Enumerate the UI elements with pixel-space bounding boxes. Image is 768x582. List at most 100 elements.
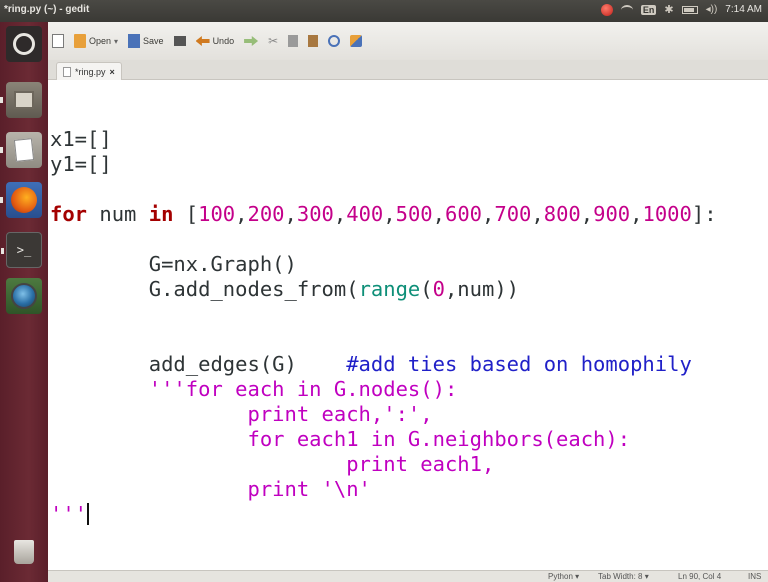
docstring-line: for each1 in G.neighbors(each): — [50, 427, 631, 451]
ubuntu-logo-icon — [13, 33, 35, 55]
code-line-add-edges: add_edges(G) #add ties based on homophil… — [50, 352, 717, 377]
code-segment: ,num)) — [444, 277, 520, 301]
new-button[interactable] — [52, 34, 64, 48]
builtin-function: range — [358, 277, 421, 301]
text-editor-icon — [13, 138, 35, 162]
code-segment: G.add_nodes_from( — [50, 277, 359, 301]
cut-button[interactable]: ✂ — [268, 34, 278, 48]
open-label: Open — [89, 36, 112, 46]
save-button[interactable]: Save — [128, 34, 164, 48]
undo-button[interactable]: Undo — [195, 36, 235, 46]
chevron-down-icon[interactable]: ▾ — [114, 37, 118, 46]
document-icon — [63, 66, 71, 77]
docstring-line: '''for each in G.nodes(): — [50, 377, 458, 401]
undo-icon — [195, 36, 210, 46]
gedit-window: Open ▾ Save Undo ✂ *ring.py × x1=[] y1=[] … — [48, 22, 768, 582]
globe-icon — [11, 283, 37, 309]
terminal-icon: >_ — [16, 243, 32, 257]
identifier: num — [87, 202, 149, 226]
running-indicator — [0, 147, 3, 153]
find-button[interactable] — [328, 35, 341, 47]
battery-icon[interactable] — [681, 5, 698, 14]
number-literal: 400 — [346, 202, 384, 226]
running-indicator — [1, 248, 4, 254]
print-button[interactable] — [173, 36, 186, 46]
code-segment: add_edges(G) — [50, 352, 347, 376]
launcher-terminal[interactable]: >_ — [1, 232, 42, 268]
launcher-firefox[interactable] — [0, 182, 42, 218]
text-cursor — [87, 503, 90, 525]
scissors-icon: ✂ — [268, 34, 279, 48]
tab-bar: *ring.py × — [48, 60, 768, 80]
open-button[interactable]: Open ▾ — [74, 34, 118, 48]
top-panel: *ring.py (~) - gedit En ✱ ◂)) 7:14 AM — [0, 0, 768, 22]
number-literal: 600 — [445, 202, 483, 226]
docstring-line: print each,':', — [50, 402, 433, 426]
wifi-icon[interactable] — [620, 4, 633, 15]
code-line-last: ''' — [50, 502, 717, 527]
number-literal: 500 — [395, 202, 433, 226]
comment: #add ties based on homophily — [346, 352, 692, 376]
launcher-files[interactable] — [0, 82, 42, 118]
paste-button[interactable] — [308, 35, 319, 47]
language-selector[interactable]: Python ▾ — [548, 572, 579, 581]
save-label: Save — [143, 36, 164, 46]
replace-icon — [350, 35, 363, 47]
punctuation: [ — [173, 202, 199, 226]
trash-icon — [14, 540, 34, 564]
punctuation: ( — [420, 277, 433, 301]
number-literal: 1000 — [642, 202, 692, 226]
code-line-for: for num in [100,200,300,400,500,600,700,… — [50, 202, 717, 226]
docstring-end: ''' — [50, 502, 88, 526]
folder-icon — [74, 34, 86, 48]
toolbar: Open ▾ Save Undo ✂ — [48, 22, 768, 60]
number-literal: 700 — [494, 202, 532, 226]
firefox-icon — [11, 187, 37, 213]
close-tab-button[interactable]: × — [110, 67, 115, 77]
code-editor[interactable]: x1=[] y1=[] for num in [100,200,300,400,5… — [48, 80, 768, 570]
tab-label: *ring.py — [75, 66, 106, 77]
new-document-icon — [52, 34, 64, 48]
paste-icon — [308, 35, 319, 47]
tab-ring-py[interactable]: *ring.py × — [56, 62, 122, 80]
file-cabinet-icon — [14, 91, 34, 109]
redo-icon — [244, 36, 259, 46]
number-literal: 300 — [296, 202, 334, 226]
tab-width-selector[interactable]: Tab Width: 8 ▾ — [598, 572, 649, 581]
number-literal: 100 — [198, 202, 236, 226]
launcher-browser[interactable] — [6, 278, 42, 314]
keyword: for — [50, 202, 88, 226]
search-icon — [328, 35, 341, 47]
number-literal: 200 — [247, 202, 285, 226]
docstring-line: print each1, — [50, 452, 495, 476]
dash-button[interactable] — [6, 26, 42, 62]
punctuation: ]: — [691, 202, 717, 226]
clock[interactable]: 7:14 AM — [725, 4, 762, 15]
number-literal: 900 — [593, 202, 631, 226]
running-indicator — [0, 97, 3, 103]
copy-button[interactable] — [288, 35, 299, 47]
undo-label: Undo — [212, 36, 235, 46]
printer-icon — [173, 36, 186, 46]
code-text[interactable]: x1=[] y1=[] for num in [100,200,300,400,5… — [50, 102, 717, 527]
recording-icon[interactable] — [600, 3, 613, 16]
replace-button[interactable] — [350, 35, 363, 47]
keyboard-layout-indicator[interactable]: En — [640, 4, 657, 15]
bluetooth-icon[interactable]: ✱ — [664, 3, 673, 16]
window-title: *ring.py (~) - gedit — [4, 4, 90, 15]
code-line: x1=[] — [50, 127, 112, 151]
launcher-text-editor[interactable] — [0, 132, 42, 168]
number-literal: 0 — [432, 277, 445, 301]
launcher-trash[interactable] — [6, 534, 42, 570]
system-tray: En ✱ ◂)) 7:14 AM — [600, 3, 762, 16]
copy-icon — [288, 35, 299, 47]
redo-button[interactable] — [244, 36, 259, 46]
number-literal: 800 — [543, 202, 581, 226]
volume-icon[interactable]: ◂)) — [706, 4, 718, 15]
cursor-position: Ln 90, Col 4 — [678, 572, 722, 581]
status-bar: Python ▾ Tab Width: 8 ▾ Ln 90, Col 4 INS — [48, 570, 768, 582]
